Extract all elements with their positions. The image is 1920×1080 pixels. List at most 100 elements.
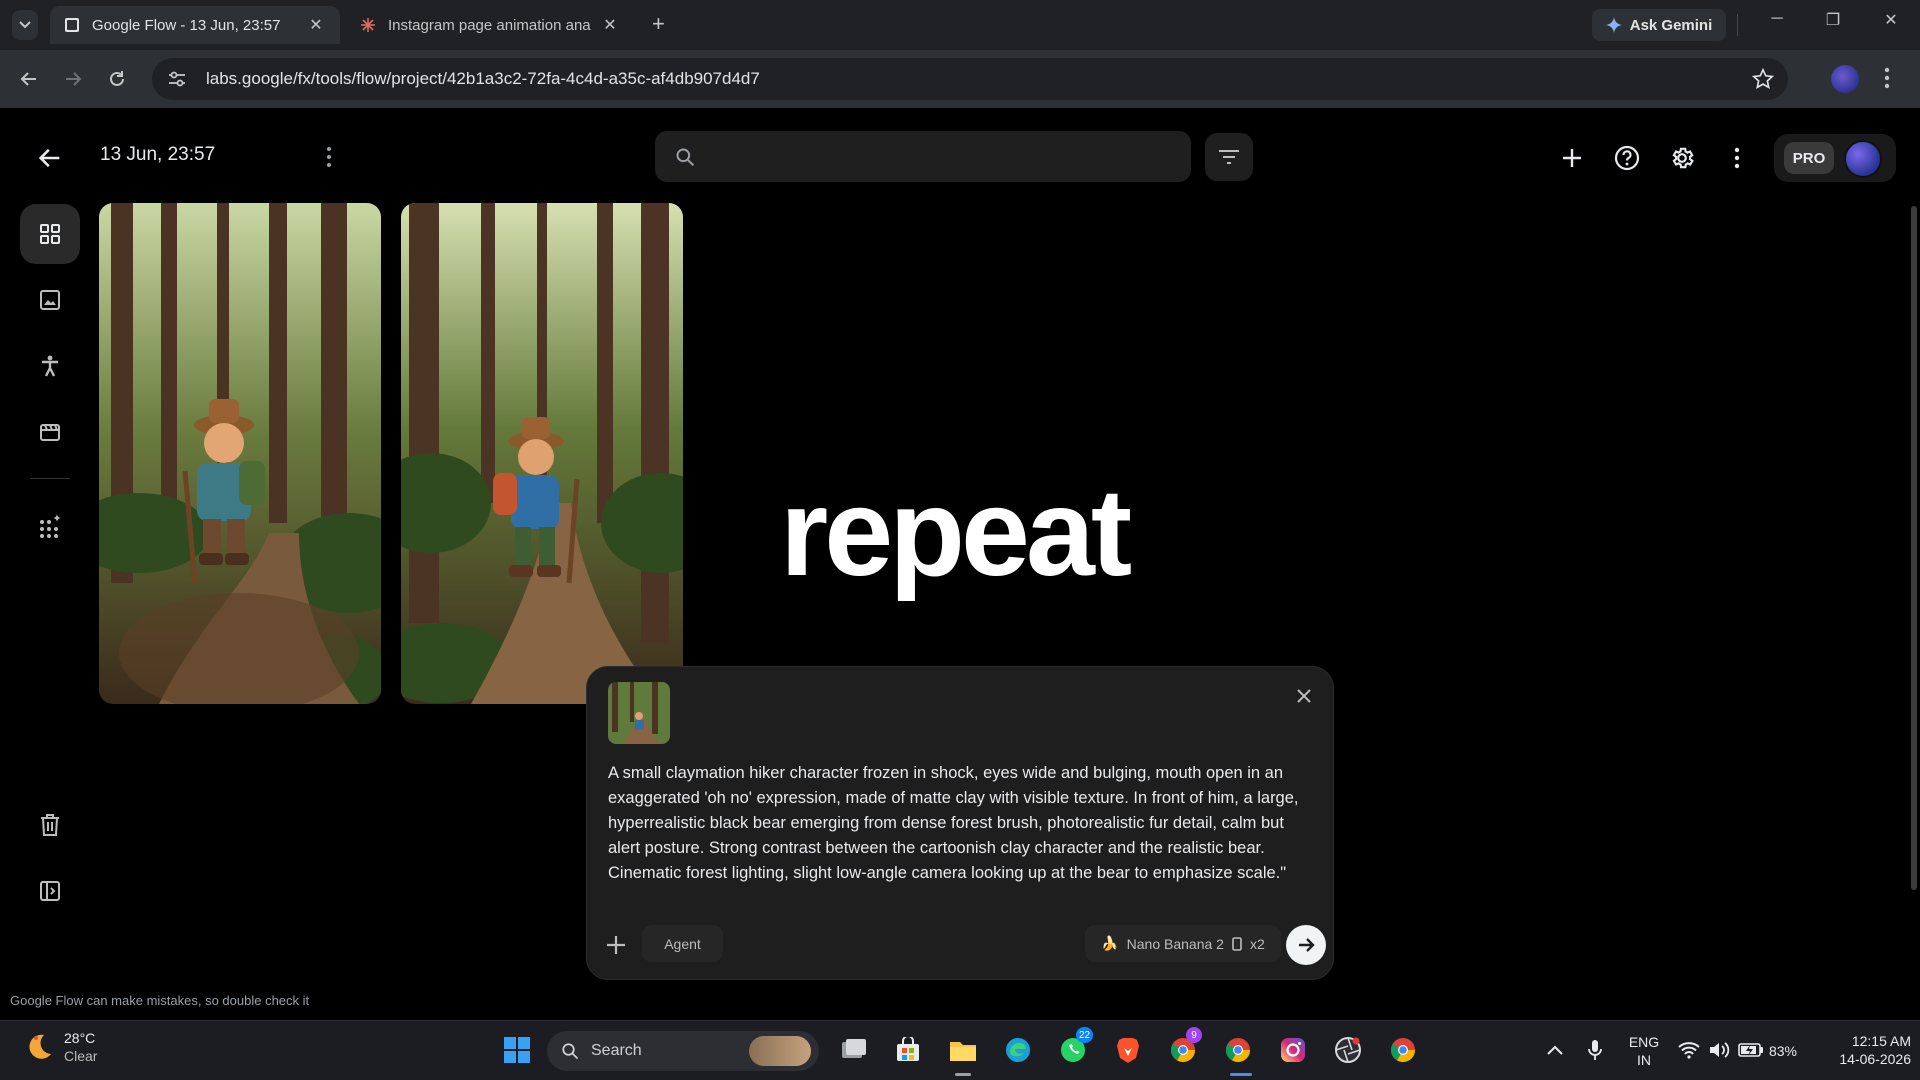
task-view-button[interactable] xyxy=(837,1033,871,1067)
filter-button[interactable] xyxy=(1205,133,1253,181)
search-icon xyxy=(676,148,695,166)
close-window-icon[interactable]: ✕ xyxy=(1876,10,1906,30)
prompt-text[interactable]: A small claymation hiker character froze… xyxy=(608,761,1308,886)
filter-icon xyxy=(1219,150,1239,164)
arrow-right-icon xyxy=(66,72,82,86)
clock[interactable]: 12:15 AM 14-06-2026 xyxy=(1815,1032,1911,1068)
sidebar-item-grid-view[interactable] xyxy=(20,204,80,264)
bookmark-star-icon[interactable] xyxy=(1752,68,1774,90)
kebab-menu-icon xyxy=(1734,147,1740,169)
tabbar-divider xyxy=(1737,14,1738,36)
search-icon xyxy=(562,1043,579,1060)
browser-toolbar: labs.google/fx/tools/flow/project/42b1a3… xyxy=(0,50,1920,108)
taskbar-search-label: Search xyxy=(591,1042,642,1059)
taskbar-search[interactable]: Search xyxy=(547,1031,819,1071)
project-title[interactable]: 13 Jun, 23:57 xyxy=(100,144,215,166)
explorer-running-indicator xyxy=(955,1073,971,1076)
search-bar[interactable] xyxy=(655,131,1191,182)
sidebar-item-characters[interactable] xyxy=(20,336,80,396)
account-area: PRO xyxy=(1774,134,1896,182)
chrome-icon xyxy=(1390,1038,1415,1063)
aperture-icon xyxy=(1335,1037,1361,1063)
back-arrow-icon[interactable] xyxy=(36,144,64,172)
brave-button[interactable] xyxy=(1111,1033,1145,1067)
clapperboard-icon xyxy=(40,424,60,441)
output-count: x2 xyxy=(1249,935,1265,952)
weather-temp: 28°C xyxy=(64,1030,96,1046)
tab-search-button[interactable] xyxy=(12,10,38,40)
url-text: labs.google/fx/tools/flow/project/42b1a3… xyxy=(206,69,760,88)
agent-button[interactable]: Agent xyxy=(642,925,723,962)
add-media-icon[interactable] xyxy=(605,934,627,956)
reload-icon xyxy=(110,71,124,86)
windows-start-button[interactable] xyxy=(500,1033,534,1067)
browser-forward-button[interactable] xyxy=(60,66,86,92)
sidebar-item-images[interactable] xyxy=(20,270,80,330)
microsoft-store-button[interactable] xyxy=(891,1033,925,1067)
browser-menu-icon[interactable] xyxy=(1884,66,1890,90)
sidebar-item-apps[interactable] xyxy=(20,496,80,556)
chrome-profile-button[interactable]: 9 xyxy=(1166,1027,1202,1067)
restore-window-icon[interactable]: ❐ xyxy=(1818,10,1848,30)
tab-close-icon[interactable]: ✕ xyxy=(600,15,620,35)
model-name: Nano Banana 2 xyxy=(1126,935,1224,952)
forest-hiker-image xyxy=(99,203,381,704)
sidebar-item-scenes[interactable] xyxy=(20,402,80,462)
new-tab-button[interactable]: + xyxy=(652,12,665,36)
aspect-ratio-icon xyxy=(1232,936,1242,951)
sparkle-favicon-icon xyxy=(361,18,375,32)
task-view-icon xyxy=(842,1039,866,1058)
close-icon[interactable] xyxy=(1295,687,1313,705)
generated-image-card[interactable] xyxy=(99,203,381,704)
person-icon xyxy=(42,355,58,377)
weather-widget[interactable]: 28°C Clear xyxy=(24,1029,97,1065)
help-button[interactable] xyxy=(1613,144,1641,172)
tab-google-flow[interactable]: Google Flow - 13 Jun, 23:57 ✕ xyxy=(50,6,340,44)
whatsapp-button[interactable]: 22 xyxy=(1056,1027,1094,1067)
language-indicator[interactable]: ENG IN xyxy=(1626,1033,1662,1069)
instagram-button[interactable] xyxy=(1276,1033,1310,1067)
tab-title: Instagram page animation ana xyxy=(388,16,591,34)
screen-recorder-button[interactable] xyxy=(1331,1033,1365,1067)
microphone-icon xyxy=(1588,1040,1602,1060)
volume-button[interactable] xyxy=(1702,1033,1736,1067)
brave-lion-icon xyxy=(1117,1038,1139,1063)
search-input[interactable] xyxy=(709,147,1169,166)
tab-close-icon[interactable]: ✕ xyxy=(306,15,326,35)
sidebar-item-trash[interactable] xyxy=(20,795,80,855)
reload-button[interactable] xyxy=(104,66,130,92)
add-button[interactable] xyxy=(1558,144,1586,172)
browser-back-button[interactable] xyxy=(16,66,42,92)
gemini-sparkle-icon xyxy=(1605,17,1622,33)
browser-profile-avatar[interactable] xyxy=(1831,65,1859,93)
reference-image-thumbnail[interactable] xyxy=(608,682,670,744)
project-more-icon[interactable] xyxy=(326,146,332,168)
generated-image-card[interactable] xyxy=(401,203,683,704)
user-avatar[interactable] xyxy=(1844,140,1882,178)
chrome-button[interactable] xyxy=(1386,1033,1420,1067)
overlay-caption: repeat xyxy=(780,464,1132,602)
ask-gemini-button[interactable]: Ask Gemini xyxy=(1592,9,1726,41)
chrome-icon xyxy=(1225,1038,1250,1063)
edge-button[interactable] xyxy=(1001,1033,1035,1067)
pro-badge[interactable]: PRO xyxy=(1784,142,1834,174)
microphone-button[interactable] xyxy=(1578,1033,1612,1067)
minimize-window-icon[interactable]: ─ xyxy=(1762,10,1792,28)
site-settings-icon[interactable] xyxy=(166,68,188,90)
show-hidden-icons-button[interactable] xyxy=(1538,1033,1572,1067)
sidebar-item-panel-toggle[interactable] xyxy=(20,861,80,921)
file-explorer-button[interactable] xyxy=(946,1033,980,1067)
sidebar-divider xyxy=(30,478,70,479)
address-bar[interactable]: labs.google/fx/tools/flow/project/42b1a3… xyxy=(152,58,1788,100)
battery-charging-icon xyxy=(1738,1043,1763,1057)
settings-button[interactable] xyxy=(1668,144,1696,172)
send-button[interactable] xyxy=(1286,925,1326,965)
moon-weather-icon xyxy=(29,1034,51,1059)
wifi-button[interactable] xyxy=(1672,1033,1706,1067)
prompt-composer: A small claymation hiker character froze… xyxy=(586,666,1334,980)
model-selector[interactable]: 🍌 Nano Banana 2 x2 xyxy=(1085,925,1281,962)
page-scrollbar[interactable] xyxy=(1911,206,1917,890)
more-options-button[interactable] xyxy=(1723,144,1751,172)
tab-instagram-animation[interactable]: Instagram page animation ana ✕ xyxy=(346,6,634,44)
chrome-active-button[interactable] xyxy=(1221,1033,1255,1067)
